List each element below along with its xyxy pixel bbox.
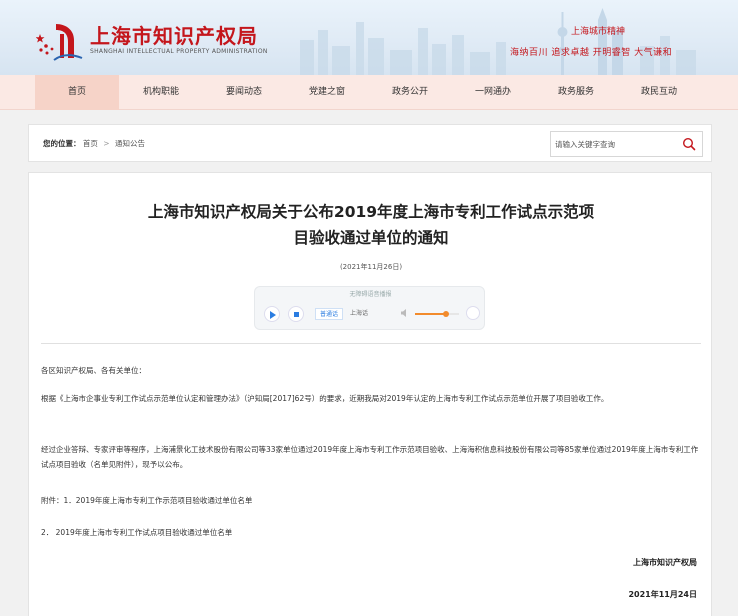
- article-panel: 上海市知识产权局关于公布2019年度上海市专利工作试点示范项 目验收通过单位的通…: [28, 172, 712, 616]
- mandarin-toggle[interactable]: 普通话: [315, 308, 344, 320]
- audio-player-label: 无障碍语音播报: [349, 291, 392, 298]
- play-button[interactable]: [264, 306, 280, 322]
- site-name-cn[interactable]: 上海市知识产权局: [90, 20, 258, 49]
- player-menu-icon[interactable]: [466, 306, 480, 320]
- breadcrumb-prefix: 您的位置：: [43, 139, 81, 148]
- site-name-en: SHANGHAI INTELLECTUAL PROPERTY ADMINISTR…: [90, 48, 268, 55]
- breadcrumb-home-link[interactable]: 首页: [83, 139, 98, 148]
- main-nav: 首页 机构职能 要闻动态 党建之窗 政务公开 一网通办 政务服务 政民互动: [0, 75, 738, 110]
- article-greeting: 各区知识产权局、各有关单位：: [41, 366, 146, 375]
- volume-slider[interactable]: [415, 311, 459, 317]
- site-header: 上海市知识产权局 SHANGHAI INTELLECTUAL PROPERTY …: [0, 0, 738, 75]
- audio-player: 无障碍语音播报 普通话 上海话: [254, 286, 485, 330]
- shanghainese-toggle[interactable]: 上海话: [347, 308, 371, 320]
- breadcrumb-current-link[interactable]: 通知公告: [115, 139, 145, 148]
- content-divider: [41, 343, 701, 344]
- city-spirit-title: 上海城市精神: [571, 27, 626, 37]
- stop-button[interactable]: [288, 306, 304, 322]
- article-publish-date: (2021年11月26日): [339, 263, 403, 271]
- article-paragraph-2: 经过企业答辩、专家评审等程序，上海浦景化工技术股份有限公司等33家单位通过201…: [41, 445, 699, 469]
- nav-item-functions[interactable]: 机构职能: [119, 75, 203, 110]
- volume-slider-handle[interactable]: [442, 311, 449, 317]
- breadcrumb-bar: 您的位置： 首页 > 通知公告: [28, 124, 712, 162]
- nav-item-news[interactable]: 要闻动态: [202, 75, 286, 110]
- nav-item-one-net[interactable]: 一网通办: [451, 75, 535, 110]
- attachment-link-2[interactable]: 2． 2019年度上海市专利工作试点项目验收通过单位名单: [41, 525, 701, 540]
- nav-item-home[interactable]: 首页: [35, 75, 119, 110]
- breadcrumb-separator: >: [103, 139, 110, 148]
- nav-item-services[interactable]: 政务服务: [534, 75, 618, 110]
- search-icon[interactable]: [682, 137, 696, 151]
- attachment-link-1[interactable]: 附件：1．2019年度上海市专利工作示范项目验收通过单位名单: [41, 493, 701, 508]
- search-box: [550, 131, 703, 157]
- article-title: 上海市知识产权局关于公布2019年度上海市专利工作试点示范项 目验收通过单位的通…: [29, 199, 713, 251]
- article-sign-date: 2021年11月24日: [628, 590, 697, 599]
- volume-icon[interactable]: [400, 308, 410, 318]
- breadcrumb: 您的位置： 首页 > 通知公告: [43, 125, 145, 163]
- city-spirit-slogan: 海纳百川 追求卓越 开明睿智 大气谦和: [510, 48, 673, 58]
- nav-item-party[interactable]: 党建之窗: [285, 75, 369, 110]
- search-input[interactable]: [551, 132, 679, 156]
- article-signature: 上海市知识产权局: [633, 558, 697, 567]
- nav-item-gov-open[interactable]: 政务公开: [368, 75, 452, 110]
- article-title-line1: 上海市知识产权局关于公布2019年度上海市专利工作试点示范项: [147, 203, 595, 221]
- nav-item-interaction[interactable]: 政民互动: [617, 75, 701, 110]
- article-title-line2: 目验收通过单位的通知: [293, 229, 449, 247]
- logo-emblem-icon: [36, 24, 83, 61]
- volume-slider-fill: [415, 313, 446, 315]
- article-paragraph-1: 根据《上海市企事业专利工作试点示范单位认定和管理办法》（沪知局[2017]62号…: [41, 394, 609, 403]
